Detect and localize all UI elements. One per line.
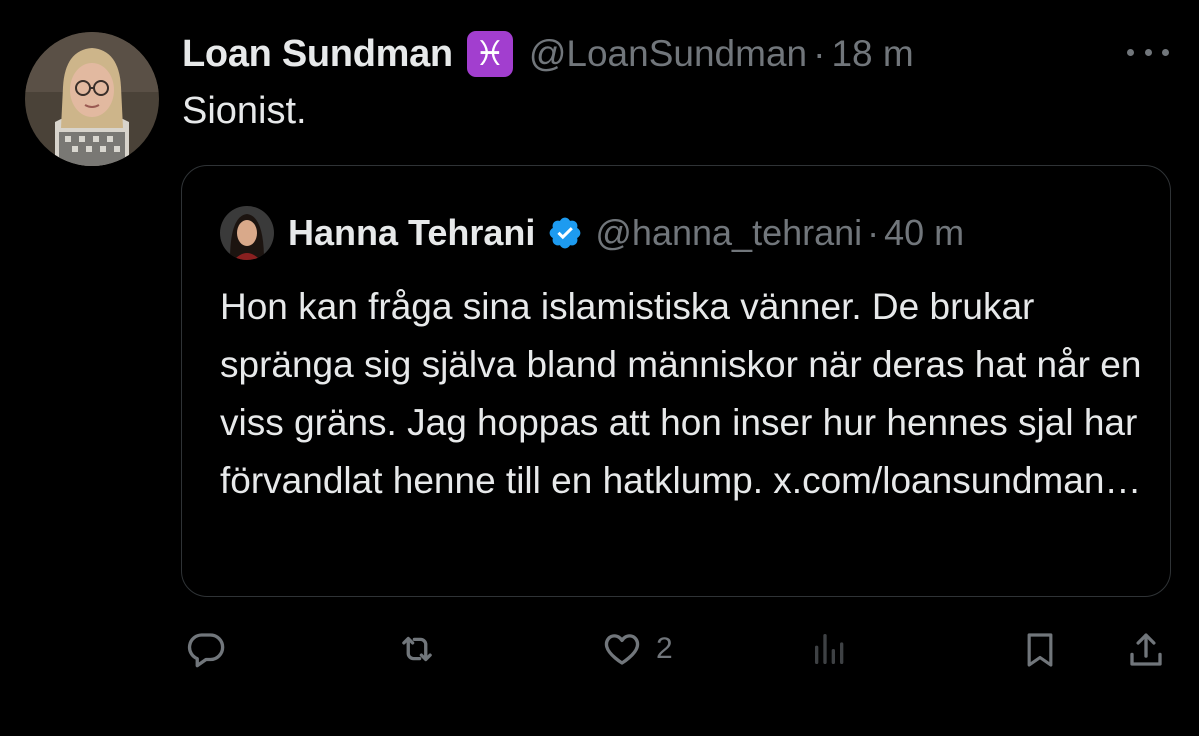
verified-badge-icon bbox=[550, 217, 581, 249]
bookmark-icon bbox=[1027, 633, 1053, 667]
views-button[interactable] bbox=[810, 628, 850, 670]
zodiac-pisces-icon: ♓ bbox=[466, 31, 513, 77]
quoted-display-name[interactable]: Hanna Tehrani bbox=[288, 212, 535, 254]
action-bar: 2 bbox=[0, 620, 1199, 680]
tweet-text: Sionist. bbox=[182, 90, 307, 132]
views-icon bbox=[815, 634, 844, 664]
separator-dot: · bbox=[813, 33, 826, 74]
reply-button[interactable] bbox=[185, 628, 227, 670]
like-button[interactable]: 2 bbox=[600, 628, 673, 670]
tweet-header: Loan Sundman ♓ @LoanSundman · 18 m bbox=[182, 24, 914, 84]
quoted-avatar[interactable] bbox=[220, 206, 274, 260]
avatar[interactable] bbox=[25, 32, 159, 166]
quoted-timestamp[interactable]: 40 m bbox=[884, 212, 964, 254]
user-handle[interactable]: @LoanSundman bbox=[529, 33, 807, 75]
quoted-tweet-text: Hon kan fråga sina islamistiska vänner. … bbox=[220, 286, 1142, 501]
display-name[interactable]: Loan Sundman bbox=[182, 33, 453, 76]
like-count: 2 bbox=[656, 632, 673, 665]
quoted-tweet[interactable]: Hanna Tehrani @hanna_tehrani · 40 m Hon … bbox=[181, 165, 1171, 597]
retweet-icon bbox=[402, 636, 432, 662]
reply-icon bbox=[187, 633, 225, 668]
timestamp[interactable]: 18 m bbox=[831, 33, 913, 75]
share-icon bbox=[1130, 633, 1162, 666]
share-button[interactable] bbox=[1125, 628, 1167, 672]
more-icon[interactable] bbox=[1127, 40, 1169, 64]
retweet-button[interactable] bbox=[395, 628, 439, 670]
separator-dot: · bbox=[867, 212, 880, 253]
quoted-header: Hanna Tehrani @hanna_tehrani · 40 m bbox=[288, 206, 964, 260]
like-icon bbox=[604, 634, 640, 665]
quoted-user-handle[interactable]: @hanna_tehrani bbox=[595, 212, 862, 254]
tweet[interactable]: Loan Sundman ♓ @LoanSundman · 18 m Sioni… bbox=[0, 0, 1199, 736]
bookmark-button[interactable] bbox=[1020, 628, 1060, 672]
